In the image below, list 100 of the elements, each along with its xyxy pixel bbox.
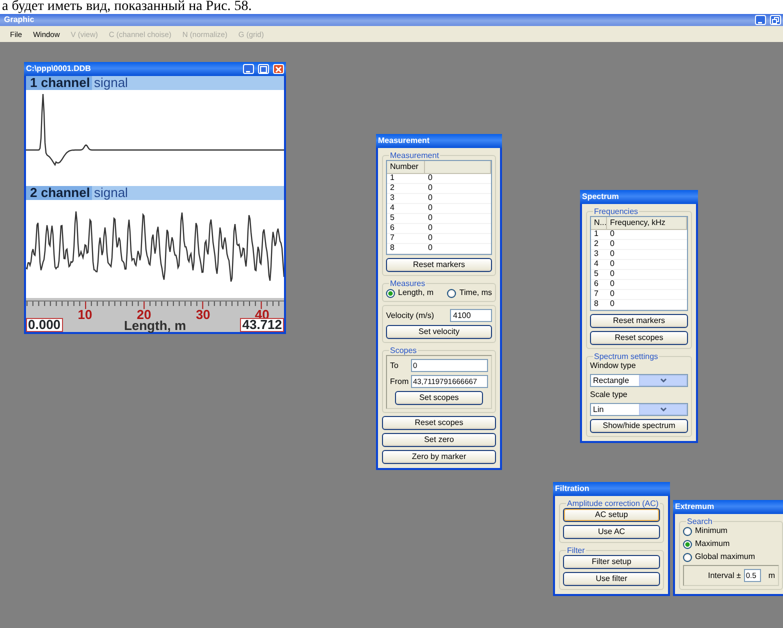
radio-button[interactable]: Minimum <box>683 526 779 536</box>
document-text: а будет иметь вид, показанный на Рис. 58. <box>1 0 253 14</box>
table-cell-text: 0 <box>427 184 434 193</box>
close-button[interactable] <box>273 64 284 74</box>
reset-scopes-button[interactable]: Reset scopes <box>382 416 496 430</box>
max-icon <box>260 66 267 72</box>
field-label: To <box>390 360 400 370</box>
action-button[interactable]: AC setup <box>563 508 660 522</box>
close-icon <box>275 66 282 72</box>
set-scopes-button[interactable]: Set scopes <box>394 391 484 405</box>
reset-markers-button[interactable]: Reset markers <box>386 258 492 272</box>
table-cell-text: 7 <box>593 290 600 299</box>
radio-circle-icon <box>386 288 395 298</box>
table-cell-text: 0 <box>427 244 434 253</box>
table-cell-text: 6 <box>593 280 600 289</box>
group-title: Scopes <box>389 346 418 355</box>
table-cell-text: 0 <box>609 230 616 239</box>
group-title: Measures <box>389 279 426 288</box>
table-cell-text: 0 <box>427 214 434 223</box>
radio-circle-icon <box>683 526 692 536</box>
field-label: Scale type <box>590 390 628 400</box>
window-title: C:\ppp\0001.DDB <box>26 63 91 75</box>
chevron-down-icon <box>660 378 666 383</box>
text-field[interactable]: 4100 <box>450 309 492 322</box>
group-title: Filter <box>566 546 586 555</box>
maximize-button[interactable] <box>258 64 269 74</box>
radio-circle-icon <box>683 540 692 548</box>
table-cell-text: 7 <box>389 234 396 243</box>
radio-button[interactable]: Time, ms <box>447 288 492 298</box>
field-label: Window type <box>590 361 637 371</box>
radio-button[interactable]: Maximum <box>683 539 779 549</box>
group-title: Frequencies <box>593 207 640 216</box>
zero-by-marker-button[interactable]: Zero by marker <box>382 450 496 464</box>
tick-label: 10 <box>78 308 92 321</box>
table-cell-text: 4 <box>593 260 600 269</box>
reset-scopes-button[interactable]: Reset scopes <box>590 331 688 345</box>
end-value: 43.712 <box>240 318 284 332</box>
show-hide-spectrum-button[interactable]: Show/hide spectrum <box>590 419 688 433</box>
tick-label: 20 <box>136 308 152 321</box>
set-velocity-button[interactable]: Set velocity <box>386 325 492 339</box>
field-label: Velocity (m/s) <box>386 310 434 320</box>
group-title: Amplitude correction (AC) <box>566 499 660 508</box>
table-cell-text: 6 <box>389 224 396 233</box>
reset-markers-button[interactable]: Reset markers <box>590 314 688 328</box>
minimize-button[interactable] <box>243 64 254 74</box>
table-cell-text: 2 <box>389 184 396 193</box>
window-title: Graphic <box>4 15 34 25</box>
table-cell-text: 0 <box>609 240 616 249</box>
table-cell-text: 0 <box>609 280 616 289</box>
table-cell-text: 0 <box>427 234 434 243</box>
table-cell-text: 0 <box>427 224 434 233</box>
column-header[interactable]: Frequency, kHz <box>607 217 687 229</box>
window-title: Filtration <box>555 483 590 495</box>
table-cell-text: 0 <box>609 290 616 299</box>
action-button[interactable]: Filter setup <box>563 555 660 569</box>
radio-circle-icon <box>683 552 692 562</box>
column-header[interactable]: N... <box>591 217 607 229</box>
table-cell-text: 2 <box>593 240 600 249</box>
unit-label: m <box>768 570 775 580</box>
table-cell-text: 1 <box>389 174 396 183</box>
table-cell-text: 5 <box>593 270 600 279</box>
group-title: Measurement <box>389 151 440 160</box>
table-cell-text: 8 <box>593 300 600 309</box>
radio-circle-icon <box>447 288 456 298</box>
window-title: Extremum <box>675 501 714 513</box>
table-cell-text: 8 <box>389 244 396 253</box>
table-cell-text: 5 <box>389 214 396 223</box>
tick-label: 30 <box>196 308 210 321</box>
table-cell-text: 0 <box>609 270 616 279</box>
axis-label: Length, m <box>124 320 186 332</box>
channel-label: signal <box>92 76 128 90</box>
table-cell-text: 4 <box>389 204 396 213</box>
table-cell-text: 3 <box>389 194 396 203</box>
table-cell-text: 3 <box>593 250 600 259</box>
minimize-button[interactable] <box>755 15 766 25</box>
field-label: Interval ± <box>708 570 741 580</box>
action-button[interactable]: Use filter <box>563 572 660 586</box>
start-value: 0.000 <box>26 318 63 332</box>
radio-button[interactable]: Global maximum <box>683 552 779 562</box>
group-title: Spectrum settings <box>593 352 660 361</box>
group-title: Search <box>686 517 714 526</box>
chevron-down-icon <box>660 407 666 412</box>
dropdown[interactable]: Lin <box>590 403 688 416</box>
table-cell-text: 0 <box>427 194 434 203</box>
table-cell-text: 0 <box>609 260 616 269</box>
field-label: From <box>390 376 407 386</box>
restore-button[interactable] <box>770 15 781 25</box>
dropdown[interactable]: Rectangle <box>590 374 688 387</box>
table-cell-text: 0 <box>609 300 616 309</box>
window-title: Measurement <box>378 135 430 147</box>
channel-name: 2 channel <box>26 186 92 200</box>
table-cell-text: 0 <box>427 174 434 183</box>
table-cell-text: 1 <box>593 230 600 239</box>
window-title: Spectrum <box>582 191 619 203</box>
restore-icon <box>772 16 779 24</box>
action-button[interactable]: Use AC <box>563 525 660 539</box>
channel-name: 1 channel <box>26 76 92 90</box>
set-zero-button[interactable]: Set zero <box>382 433 496 447</box>
radio-button[interactable]: Length, m <box>386 288 434 298</box>
table-cell-text: 0 <box>609 250 616 259</box>
